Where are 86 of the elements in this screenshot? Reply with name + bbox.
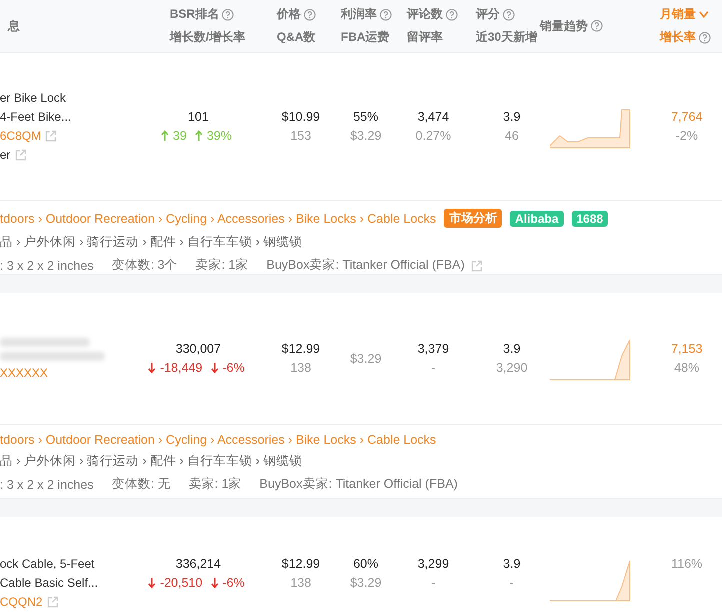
fba-fee: $3.29 [350, 576, 382, 590]
product-fact: BuyBox卖家: Titanker Official (FBA) [266, 257, 465, 274]
tag[interactable]: 市场分析 [444, 209, 502, 228]
product-fact: 变体数: 无 [112, 476, 171, 493]
product-fact: BuyBox卖家: Titanker Official (FBA) [260, 476, 458, 493]
brand-name[interactable]: er [0, 148, 11, 162]
product-title: 4-Feet Bike... [0, 110, 72, 124]
bsr-rank: 101 [188, 110, 209, 124]
monthly-sales: 7,764 [671, 110, 703, 124]
column-header[interactable]: 增长数/增长率 [170, 29, 246, 46]
product-fact: : 3 x 2 x 2 inches [0, 478, 94, 492]
fba-fee: $3.29 [350, 352, 382, 366]
tag[interactable]: Alibaba [510, 210, 564, 226]
category-path: 品 › 户外休闲 › 骑行运动 › 配件 › 自行车车锁 › 钢缆锁 [0, 234, 303, 251]
help-icon[interactable] [503, 8, 515, 20]
help-icon[interactable] [699, 32, 711, 44]
product-fact: 卖家: 1家 [188, 476, 242, 493]
monthly-sales: 7,153 [671, 342, 703, 356]
column-header[interactable]: 销量趋势 [540, 18, 588, 34]
tag[interactable]: 1688 [572, 210, 608, 226]
column-header[interactable]: FBA运费 [341, 29, 390, 46]
column-header[interactable]: 留评率 [407, 29, 443, 46]
column-header[interactable]: BSR排名 [170, 6, 220, 23]
bsr-change: 39 [173, 129, 187, 143]
help-icon[interactable] [380, 8, 392, 20]
asin-link[interactable]: XXXXXX [0, 366, 48, 380]
column-header[interactable]: 月销量 [660, 6, 696, 23]
product-fact: : 3 x 2 x 2 inches [0, 258, 94, 272]
qa-count: 138 [290, 361, 312, 375]
review-count: 3,299 [418, 557, 450, 571]
column-header[interactable]: 利润率 [341, 6, 377, 23]
new-reviews: 3,290 [496, 361, 528, 375]
column-header[interactable]: 评分 [476, 6, 500, 23]
product-fact: 变体数: 3个 [112, 257, 178, 274]
asin-link[interactable]: 6C8QM [0, 129, 42, 143]
help-icon[interactable] [304, 8, 316, 20]
rating: 3.9 [503, 342, 521, 356]
bsr-change: -20,510 [160, 576, 203, 590]
asin-link[interactable]: CQQN2 [0, 595, 43, 609]
new-reviews: 46 [505, 129, 519, 143]
qa-count: 138 [290, 576, 312, 590]
profit-rate: 55% [353, 110, 379, 124]
price: $12.99 [282, 557, 320, 571]
column-header[interactable]: Q&A数 [277, 29, 316, 46]
rating: 3.9 [503, 557, 521, 571]
price: $10.99 [282, 110, 320, 124]
growth-rate: -2% [676, 129, 698, 143]
column-header[interactable]: 评论数 [407, 6, 443, 23]
category-path: 品 › 户外休闲 › 骑行运动 › 配件 › 自行车车锁 › 钢缆锁 [0, 453, 303, 470]
qa-count: 153 [290, 129, 312, 143]
bsr-change: 39% [206, 129, 232, 143]
category-path[interactable]: tdoors › Outdoor Recreation › Cycling › Accessories › Bike Locks › Cable Locks [0, 433, 436, 447]
rating: 3.9 [503, 110, 521, 124]
bsr-rank: 330,007 [176, 342, 222, 356]
fba-fee: $3.29 [350, 129, 382, 143]
category-path[interactable]: tdoors › Outdoor Recreation › Cycling › Accessories › Bike Locks › Cable Locks [0, 212, 436, 226]
help-icon[interactable] [591, 20, 603, 32]
bsr-change: -18,449 [160, 361, 203, 375]
share-icon[interactable] [45, 130, 58, 142]
bsr-change: -6% [222, 361, 245, 375]
review-count: 3,379 [418, 342, 450, 356]
new-reviews: - [510, 576, 514, 590]
help-icon[interactable] [222, 8, 234, 20]
share-icon[interactable] [14, 149, 27, 161]
help-icon[interactable] [446, 8, 458, 20]
product-fact: 卖家: 1家 [196, 257, 249, 274]
review-count: 3,474 [418, 110, 450, 124]
column-header[interactable]: 近30天新增 [476, 29, 538, 46]
review-rate: 0.27% [416, 129, 452, 143]
price: $12.99 [282, 342, 320, 356]
growth-rate: 116% [671, 557, 703, 571]
profit-rate: 60% [353, 557, 379, 571]
share-icon[interactable] [46, 596, 59, 608]
column-header[interactable]: 价格 [277, 6, 301, 23]
review-rate: - [431, 361, 436, 375]
sort-caret-icon[interactable] [699, 10, 709, 18]
review-rate: - [431, 576, 436, 590]
column-header[interactable]: 息 [8, 18, 20, 34]
product-title: er Bike Lock [0, 91, 66, 105]
bsr-rank: 336,214 [176, 557, 222, 571]
product-title: Cable Basic Self... [0, 576, 98, 590]
growth-rate: 48% [674, 361, 700, 375]
product-title: ock Cable, 5-Feet [0, 557, 95, 571]
bsr-change: -6% [222, 576, 245, 590]
share-icon[interactable] [470, 260, 483, 272]
column-header[interactable]: 增长率 [660, 29, 696, 46]
